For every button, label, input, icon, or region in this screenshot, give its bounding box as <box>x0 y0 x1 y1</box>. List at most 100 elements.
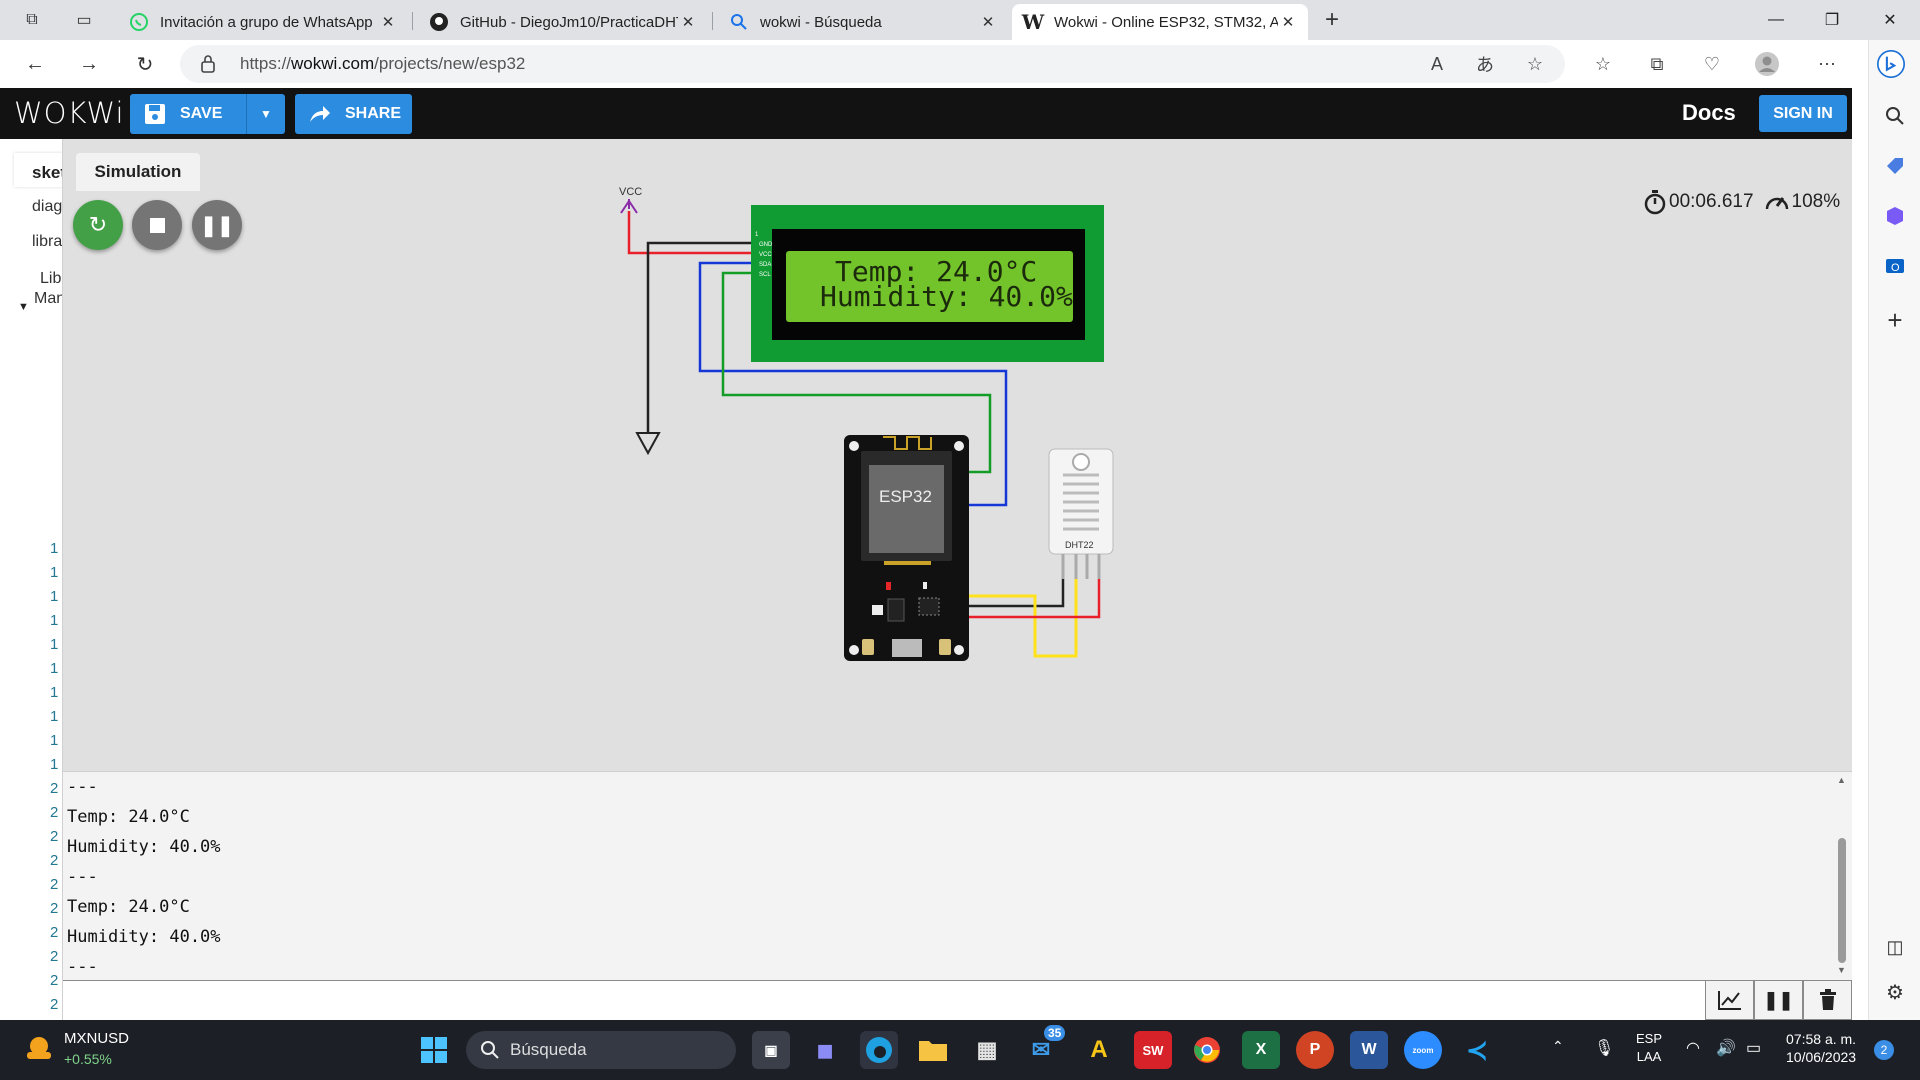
serial-pause-button[interactable]: ❚❚ <box>1754 980 1803 1020</box>
esp32-board[interactable]: ESP32 <box>844 435 969 661</box>
collections-icon[interactable]: ⧉ <box>1642 50 1672 78</box>
chrome-icon[interactable] <box>1188 1031 1226 1069</box>
edge-sidebar: O + ◫ ⚙ <box>1868 40 1920 1020</box>
file-libraries[interactable]: libra <box>32 233 62 251</box>
edge-icon[interactable] <box>860 1031 898 1069</box>
close-icon[interactable]: ✕ <box>378 13 398 31</box>
browser-essentials-icon[interactable]: ♡ <box>1697 50 1727 78</box>
library-manager-line1[interactable]: Lib <box>40 270 61 288</box>
search-icon <box>728 11 750 33</box>
clock[interactable]: 07:58 a. m. 10/06/2023 <box>1786 1030 1856 1066</box>
sidebar-search-icon[interactable] <box>1881 102 1909 130</box>
windows-start-icon[interactable] <box>415 1031 453 1069</box>
scrollbar-thumb[interactable] <box>1838 838 1846 963</box>
lock-icon[interactable] <box>200 54 216 79</box>
profile-avatar[interactable] <box>1752 50 1782 78</box>
new-tab-icon[interactable]: + <box>1316 6 1348 34</box>
word-icon[interactable]: W <box>1350 1031 1388 1069</box>
save-button[interactable]: SAVE <box>130 94 246 134</box>
pause-icon: ❚❚ <box>1763 989 1794 1010</box>
store-icon[interactable]: ▦ <box>968 1031 1006 1069</box>
workspaces-icon[interactable]: ⧉ <box>16 6 48 34</box>
vscode-icon[interactable]: ≺ <box>1458 1031 1496 1069</box>
wire-dht-black <box>969 579 1065 608</box>
close-icon[interactable]: ✕ <box>678 13 698 31</box>
notification-badge[interactable]: 2 <box>1874 1040 1894 1060</box>
browser-tab-whatsapp[interactable]: Invitación a grupo de WhatsApp ✕ <box>118 4 408 40</box>
vcc-symbol[interactable]: VCC <box>619 186 642 214</box>
wokwi-logo[interactable]: WOKWi <box>14 96 125 130</box>
battery-icon[interactable]: ▭ <box>1746 1038 1761 1058</box>
scroll-up-icon[interactable]: ▲ <box>1837 775 1846 785</box>
favorite-star-icon[interactable]: ☆ <box>1520 50 1550 78</box>
scroll-down-icon[interactable]: ▼ <box>1837 965 1846 975</box>
ticker-symbol[interactable]: MXNUSD <box>64 1030 129 1047</box>
caret-down-icon[interactable]: ▼ <box>18 301 29 313</box>
task-view-icon[interactable]: ▣ <box>752 1031 790 1069</box>
tab-title: Invitación a grupo de WhatsApp <box>160 13 373 31</box>
simulation-canvas[interactable]: Simulation ↻ ❚❚ 00:06.617 108% VCC 1 GND… <box>63 139 1852 771</box>
browser-tab-search[interactable]: wokwi - Búsqueda ✕ <box>718 4 1008 40</box>
share-button[interactable]: SHARE <box>295 94 412 134</box>
office-icon[interactable] <box>1881 202 1909 230</box>
shopping-tag-icon[interactable] <box>1881 152 1909 180</box>
close-icon[interactable]: ✕ <box>1278 13 1298 31</box>
forward-icon[interactable]: → <box>72 48 106 80</box>
sign-in-button[interactable]: SIGN IN <box>1759 95 1847 132</box>
refresh-icon[interactable]: ↻ <box>128 48 162 80</box>
volume-icon[interactable]: 🔊 <box>1716 1038 1736 1058</box>
close-icon[interactable]: ✕ <box>978 13 998 31</box>
vcc-label: VCC <box>619 186 642 198</box>
clear-serial-button[interactable] <box>1803 980 1852 1020</box>
bing-icon[interactable] <box>1877 50 1905 78</box>
excel-icon[interactable]: X <box>1242 1031 1280 1069</box>
serial-monitor[interactable]: --- Temp: 24.0°C Humidity: 40.0% --- Temp: 2… <box>63 771 1852 981</box>
file-explorer-icon[interactable] <box>914 1031 952 1069</box>
ticker-change: +0.55% <box>64 1051 112 1067</box>
serial-input[interactable] <box>63 980 1705 1020</box>
teams-chat-icon[interactable]: ◼ <box>806 1031 844 1069</box>
line-number: 1 <box>50 540 59 557</box>
dht22-sensor[interactable]: DHT22 <box>1048 448 1114 579</box>
line-numbers: 1 1 1 1 1 1 1 1 1 1 2 2 2 2 2 2 2 2 2 2 <box>50 537 58 1017</box>
tab-sketch[interactable]: sket <box>14 153 63 187</box>
show-hidden-icons-icon[interactable]: ⌃ <box>1552 1038 1564 1055</box>
url-field[interactable]: https://wokwi.com/projects/new/esp32 <box>180 45 1565 83</box>
search-icon <box>481 1041 499 1059</box>
add-sidebar-app-icon[interactable]: + <box>1881 305 1909 335</box>
taskbar-search[interactable]: Búsqueda <box>466 1031 736 1069</box>
sidebar-settings-icon[interactable]: ⚙ <box>1881 978 1909 1006</box>
language-indicator[interactable]: ESP LAA <box>1636 1030 1662 1066</box>
minimize-icon[interactable]: — <box>1748 0 1804 40</box>
serial-line: Humidity: 40.0% <box>67 927 221 947</box>
library-manager-line2[interactable]: Man <box>34 290 63 308</box>
line-number: 2 <box>50 852 59 869</box>
weather-widget-icon[interactable] <box>22 1032 56 1071</box>
save-dropdown-button[interactable]: ▼ <box>247 94 285 134</box>
wifi-icon[interactable]: ◠ <box>1686 1038 1700 1058</box>
tab-actions-icon[interactable]: ▭ <box>68 6 100 34</box>
lcd-display[interactable]: 1 GND VCC SDA SCL Temp: 24.0°C Humidity:… <box>751 205 1104 362</box>
microphone-icon[interactable]: 🎙 <box>1594 1038 1614 1058</box>
plotter-button[interactable] <box>1705 980 1754 1020</box>
mail-icon[interactable]: ✉ 35 <box>1022 1025 1066 1069</box>
zoom-icon[interactable]: zoom <box>1404 1031 1442 1069</box>
read-aloud-icon[interactable]: A <box>1422 50 1452 78</box>
restore-icon[interactable]: ❐ <box>1804 0 1860 40</box>
back-icon[interactable]: ← <box>18 48 52 80</box>
docs-link[interactable]: Docs <box>1682 100 1736 126</box>
favorites-icon[interactable]: ☆ <box>1588 50 1618 78</box>
more-icon[interactable]: ⋯ <box>1812 50 1842 78</box>
browser-tab-github[interactable]: GitHub - DiegoJm10/PracticaDHT ✕ <box>418 4 708 40</box>
file-diagram[interactable]: diag <box>32 198 62 216</box>
ground-symbol[interactable] <box>635 432 661 456</box>
powerpoint-icon[interactable]: P <box>1296 1031 1334 1069</box>
solidworks-icon[interactable]: SW <box>1134 1031 1172 1069</box>
sidebar-toggle-icon[interactable]: ◫ <box>1881 933 1909 961</box>
outlook-icon[interactable]: O <box>1881 252 1909 280</box>
serial-scrollbar[interactable]: ▲ ▼ <box>1833 772 1851 981</box>
browser-tab-wokwi[interactable]: W Wokwi - Online ESP32, STM32, A ✕ <box>1012 4 1308 40</box>
translate-icon[interactable]: あ <box>1470 50 1500 78</box>
window-close-icon[interactable]: ✕ <box>1860 0 1920 40</box>
app-a-icon[interactable]: A <box>1080 1031 1118 1069</box>
